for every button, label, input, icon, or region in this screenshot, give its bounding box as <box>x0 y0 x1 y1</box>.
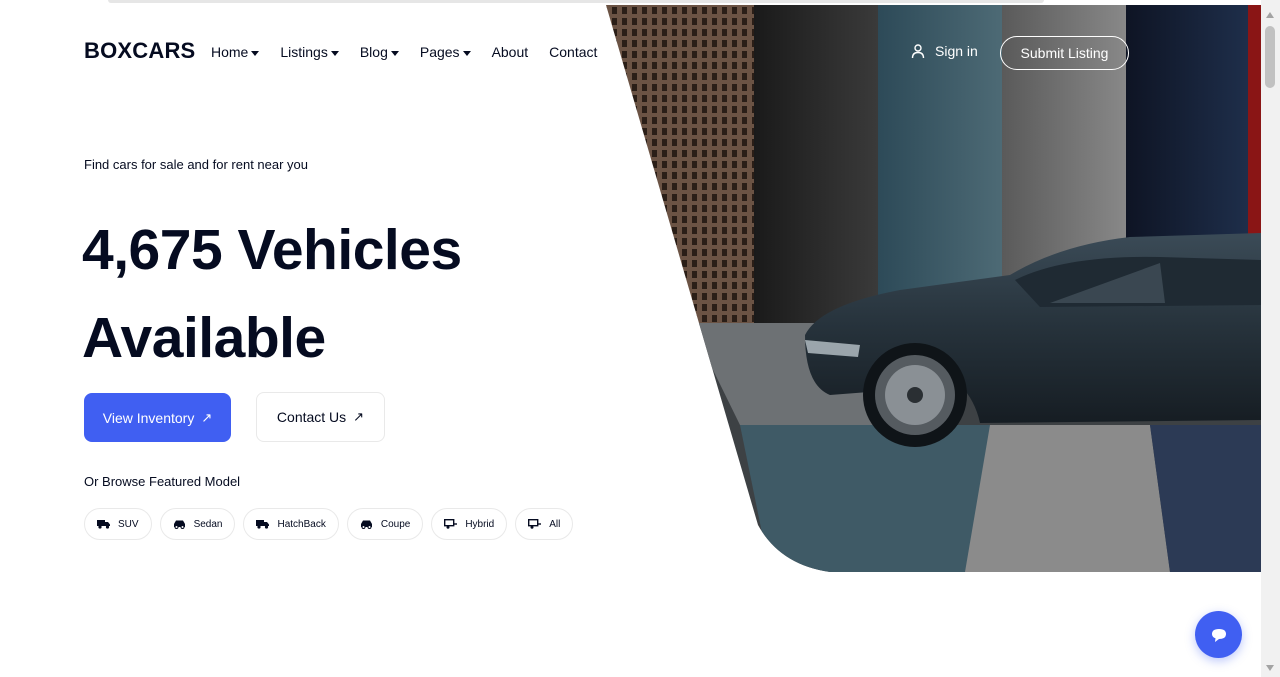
truck-icon <box>256 520 270 529</box>
nav-item-label: Contact <box>549 44 598 60</box>
brand-logo[interactable]: BOXCARS <box>84 38 195 64</box>
nav-item-contact[interactable]: Contact <box>549 44 597 60</box>
nav-item-label: Home <box>211 44 249 60</box>
scroll-up-arrow-icon[interactable] <box>1266 12 1274 18</box>
chip-label: Coupe <box>380 518 411 530</box>
view-inventory-label: View Inventory <box>102 409 195 426</box>
scroll-down-arrow-icon[interactable] <box>1266 665 1274 671</box>
user-icon <box>911 44 925 59</box>
truck-icon <box>97 520 110 529</box>
main-nav: Home Listings Blog Pages About Contact <box>211 44 618 60</box>
browser-top-strip <box>108 0 1044 3</box>
headline-line-1: 4,675 Vehicles <box>82 218 462 282</box>
trailer-icon <box>528 519 542 529</box>
car-icon <box>360 520 372 529</box>
nav-item-label: Blog <box>359 44 388 60</box>
nav-item-listings[interactable]: Listings <box>280 44 339 60</box>
arrow-up-right-icon: ↗ <box>201 409 213 425</box>
hero-eyebrow: Find cars for sale and for rent near you <box>84 157 309 172</box>
model-chip-hybrid[interactable]: Hybrid <box>431 508 508 540</box>
page-scrollbar[interactable] <box>1261 0 1280 677</box>
chat-bubble-icon <box>1211 628 1226 642</box>
caret-down-icon <box>330 51 339 56</box>
model-chip-all[interactable]: All <box>515 508 574 540</box>
model-chip-sedan[interactable]: Sedan <box>159 508 236 540</box>
model-chip-coupe[interactable]: Coupe <box>346 508 424 540</box>
trailer-icon <box>444 519 458 529</box>
caret-down-icon <box>251 51 260 56</box>
hero-headline: 4,675 Vehicles Available <box>82 206 642 382</box>
model-chip-suv[interactable]: SUV <box>84 508 152 540</box>
nav-item-label: About <box>491 44 529 60</box>
nav-item-label: Listings <box>280 44 328 60</box>
caret-down-icon <box>462 51 471 56</box>
chip-label: Sedan <box>193 518 223 530</box>
submit-listing-button[interactable]: Submit Listing <box>1000 36 1129 70</box>
contact-us-label: Contact Us <box>276 409 347 425</box>
car-icon <box>173 520 185 529</box>
nav-item-label: Pages <box>419 44 460 60</box>
contact-us-button[interactable]: Contact Us ↗ <box>256 392 385 442</box>
model-chip-list: SUV Sedan HatchBack Coupe Hybrid All <box>84 508 581 540</box>
sign-in-link[interactable]: Sign in <box>910 43 978 59</box>
scrollbar-thumb[interactable] <box>1265 26 1275 88</box>
chip-label: SUV <box>118 518 139 530</box>
chip-label: HatchBack <box>277 518 326 530</box>
caret-down-icon <box>390 51 399 56</box>
sign-in-label: Sign in <box>935 43 978 59</box>
nav-item-blog[interactable]: Blog <box>360 44 399 60</box>
chat-button[interactable] <box>1195 611 1242 658</box>
nav-item-pages[interactable]: Pages <box>420 44 471 60</box>
chip-label: All <box>549 518 561 530</box>
chip-label: Hybrid <box>465 518 495 530</box>
nav-item-about[interactable]: About <box>492 44 529 60</box>
nav-item-home[interactable]: Home <box>211 44 260 60</box>
browse-models-label: Or Browse Featured Model <box>84 474 241 489</box>
model-chip-hatchback[interactable]: HatchBack <box>243 508 339 540</box>
arrow-up-right-icon: ↗ <box>353 409 365 424</box>
view-inventory-button[interactable]: View Inventory ↗ <box>84 393 231 442</box>
headline-line-2: Available <box>82 306 326 370</box>
